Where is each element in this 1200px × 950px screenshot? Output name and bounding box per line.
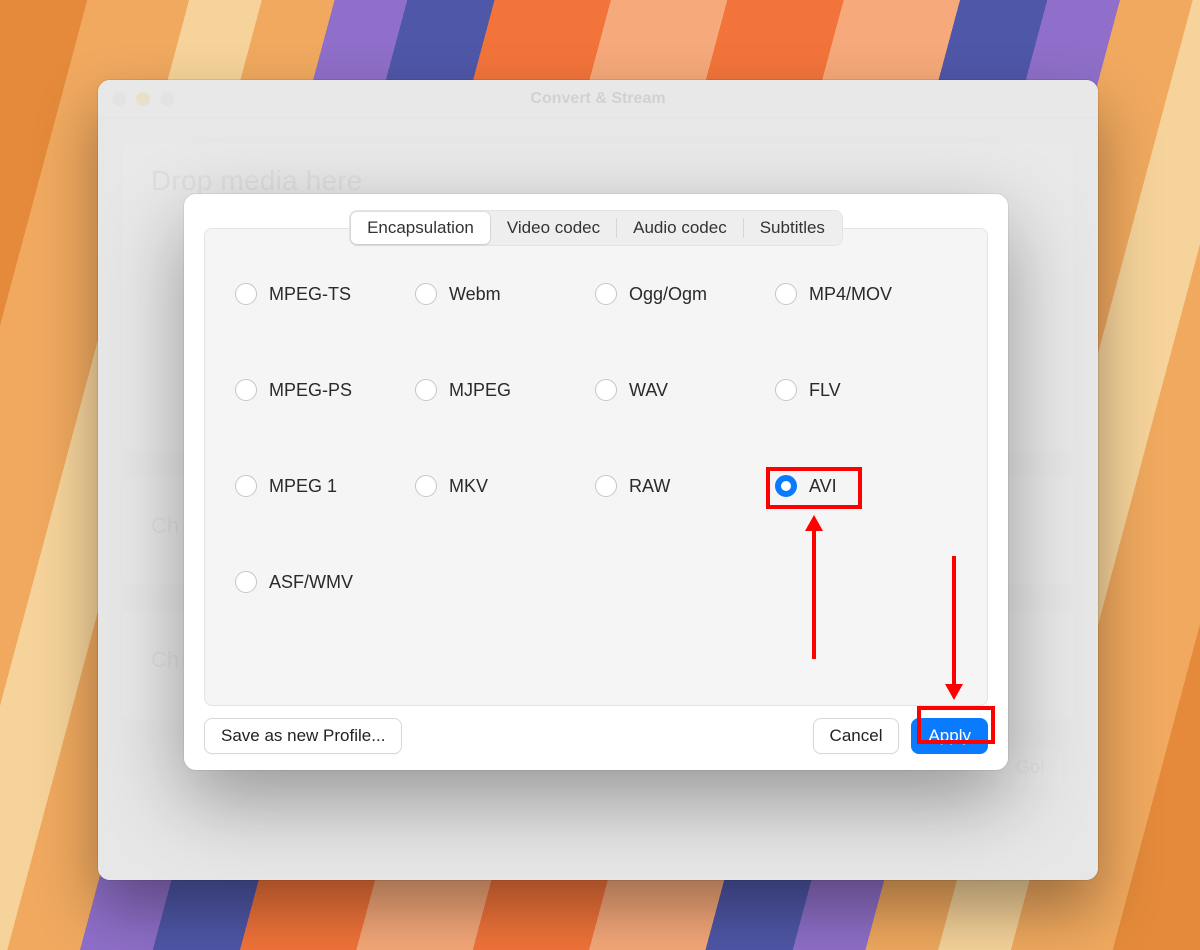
radio-icon	[775, 475, 797, 497]
cancel-button[interactable]: Cancel	[813, 718, 900, 754]
window-title: Convert & Stream	[112, 90, 1084, 108]
encapsulation-panel: MPEG-TS Webm Ogg/Ogm MP4/MOV MPEG-PS MJP…	[204, 228, 988, 706]
radio-label: Ogg/Ogm	[629, 284, 707, 305]
save-profile-button[interactable]: Save as new Profile...	[204, 718, 402, 754]
radio-label: Webm	[449, 284, 501, 305]
radio-icon	[235, 571, 257, 593]
radio-icon	[415, 475, 437, 497]
radio-icon	[595, 475, 617, 497]
radio-icon	[415, 379, 437, 401]
radio-mp4[interactable]: MP4/MOV	[775, 283, 955, 305]
radio-ogg[interactable]: Ogg/Ogm	[595, 283, 775, 305]
tab-bar: Encapsulation Video codec Audio codec Su…	[349, 210, 843, 246]
radio-mpeg1[interactable]: MPEG 1	[235, 475, 415, 497]
radio-label: MKV	[449, 476, 488, 497]
profile-edit-sheet: Encapsulation Video codec Audio codec Su…	[184, 194, 1008, 770]
radio-label: MPEG-PS	[269, 380, 352, 401]
minimize-icon[interactable]	[136, 92, 150, 106]
choose-profile-label-fragment: Ch	[151, 513, 179, 538]
radio-label: WAV	[629, 380, 668, 401]
radio-raw[interactable]: RAW	[595, 475, 775, 497]
close-icon[interactable]	[112, 92, 126, 106]
apply-button[interactable]: Apply	[911, 718, 988, 754]
drop-media-label: Drop media here	[151, 165, 363, 196]
radio-icon	[775, 283, 797, 305]
radio-label: RAW	[629, 476, 670, 497]
choose-destination-label-fragment: Ch	[151, 647, 179, 672]
radio-mjpeg[interactable]: MJPEG	[415, 379, 595, 401]
radio-mpeg-ps[interactable]: MPEG-PS	[235, 379, 415, 401]
radio-flv[interactable]: FLV	[775, 379, 955, 401]
radio-label: ASF/WMV	[269, 572, 353, 593]
radio-mpeg-ts[interactable]: MPEG-TS	[235, 283, 415, 305]
tab-video-codec[interactable]: Video codec	[491, 212, 616, 244]
radio-icon	[235, 283, 257, 305]
radio-webm[interactable]: Webm	[415, 283, 595, 305]
radio-icon	[595, 379, 617, 401]
titlebar: Convert & Stream	[98, 80, 1098, 118]
radio-label: MJPEG	[449, 380, 511, 401]
radio-label: AVI	[809, 476, 837, 497]
radio-icon	[235, 379, 257, 401]
radio-icon	[595, 283, 617, 305]
window-controls	[112, 92, 174, 106]
sheet-button-row: Save as new Profile... Cancel Apply	[204, 706, 988, 754]
tab-audio-codec[interactable]: Audio codec	[617, 212, 743, 244]
tab-subtitles[interactable]: Subtitles	[744, 212, 841, 244]
zoom-icon[interactable]	[160, 92, 174, 106]
radio-icon	[235, 475, 257, 497]
radio-wav[interactable]: WAV	[595, 379, 775, 401]
radio-label: MPEG 1	[269, 476, 337, 497]
radio-mkv[interactable]: MKV	[415, 475, 595, 497]
radio-label: MP4/MOV	[809, 284, 892, 305]
radio-label: FLV	[809, 380, 841, 401]
radio-icon	[775, 379, 797, 401]
encapsulation-radio-group: MPEG-TS Webm Ogg/Ogm MP4/MOV MPEG-PS MJP…	[235, 283, 957, 667]
tab-encapsulation[interactable]: Encapsulation	[351, 212, 490, 244]
radio-label: MPEG-TS	[269, 284, 351, 305]
radio-asf[interactable]: ASF/WMV	[235, 571, 415, 593]
radio-avi[interactable]: AVI	[775, 475, 955, 497]
radio-icon	[415, 283, 437, 305]
